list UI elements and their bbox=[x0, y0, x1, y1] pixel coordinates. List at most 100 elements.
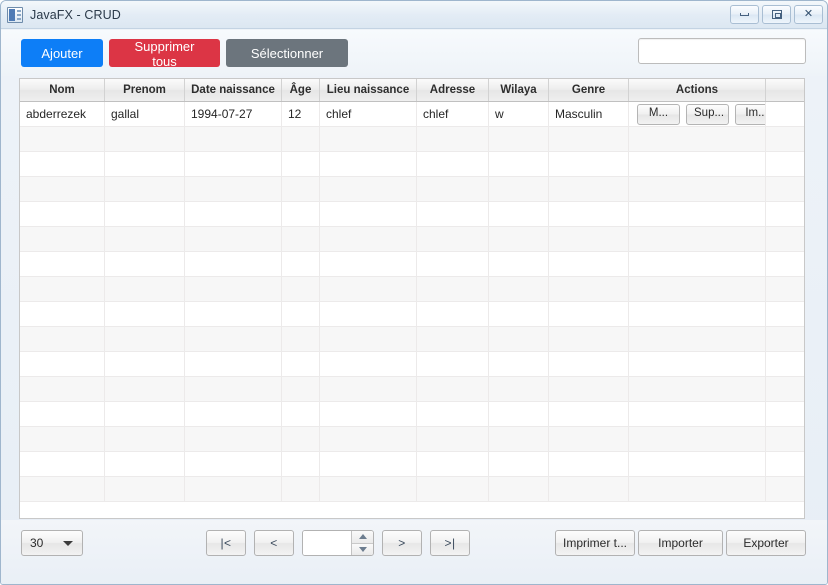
page-size-value: 30 bbox=[22, 536, 63, 550]
column-header-actions[interactable]: Actions bbox=[629, 79, 766, 101]
table-row-empty[interactable] bbox=[20, 452, 804, 477]
column-header-nom[interactable]: Nom bbox=[20, 79, 105, 101]
minimize-button[interactable] bbox=[730, 5, 759, 24]
table-cell-genre bbox=[549, 377, 629, 401]
stepper-up-button[interactable] bbox=[352, 531, 373, 543]
table-row-empty[interactable] bbox=[20, 152, 804, 177]
table-row-empty[interactable] bbox=[20, 127, 804, 152]
previous-page-icon: < bbox=[270, 536, 278, 550]
table-cell-genre bbox=[549, 427, 629, 451]
stepper-buttons bbox=[351, 531, 373, 555]
table-cell-nom bbox=[20, 427, 105, 451]
table-cell-prenom bbox=[105, 452, 185, 476]
window-controls: ✕ bbox=[730, 5, 823, 24]
table-row-empty[interactable] bbox=[20, 177, 804, 202]
table-cell-adresse bbox=[417, 252, 489, 276]
table-cell-filler bbox=[766, 127, 804, 151]
maximize-button[interactable] bbox=[762, 5, 791, 24]
table-cell-wilaya bbox=[489, 127, 549, 151]
column-header-âge[interactable]: Âge bbox=[282, 79, 320, 101]
table-row-empty[interactable] bbox=[20, 277, 804, 302]
close-icon: ✕ bbox=[795, 6, 822, 23]
table-cell-actions bbox=[629, 402, 766, 426]
table-cell-date_naissance bbox=[185, 227, 282, 251]
table-row-empty[interactable] bbox=[20, 302, 804, 327]
delete-all-button[interactable]: Supprimer tous bbox=[109, 39, 220, 67]
table-cell-nom bbox=[20, 377, 105, 401]
table-cell-filler bbox=[766, 277, 804, 301]
table-cell-age bbox=[282, 202, 320, 226]
table-row-empty[interactable] bbox=[20, 402, 804, 427]
last-page-button[interactable]: >| bbox=[430, 530, 470, 556]
table-cell-lieu_naissance: chlef bbox=[320, 102, 417, 126]
column-header-filler[interactable] bbox=[766, 79, 804, 101]
table-row-empty[interactable] bbox=[20, 352, 804, 377]
table-cell-actions bbox=[629, 277, 766, 301]
table-row-empty[interactable] bbox=[20, 252, 804, 277]
table-cell-nom bbox=[20, 327, 105, 351]
table-cell-date_naissance bbox=[185, 377, 282, 401]
table-cell-wilaya bbox=[489, 177, 549, 201]
table-cell-date_naissance bbox=[185, 127, 282, 151]
column-header-date-naissance[interactable]: Date naissance bbox=[185, 79, 282, 101]
select-button[interactable]: Sélectionner bbox=[226, 39, 348, 67]
table-cell-date_naissance: 1994-07-27 bbox=[185, 102, 282, 126]
column-header-lieu-naissance[interactable]: Lieu naissance bbox=[320, 79, 417, 101]
close-button[interactable]: ✕ bbox=[794, 5, 823, 24]
import-button[interactable]: Importer bbox=[638, 530, 723, 556]
table-row[interactable]: abderrezekgallal1994-07-2712chlefchlefwM… bbox=[20, 102, 804, 127]
table-row-empty[interactable] bbox=[20, 202, 804, 227]
row-modify-button[interactable]: M... bbox=[637, 104, 680, 125]
table-cell-lieu_naissance bbox=[320, 127, 417, 151]
page-number-stepper[interactable] bbox=[302, 530, 374, 556]
export-button[interactable]: Exporter bbox=[726, 530, 806, 556]
table-cell-nom bbox=[20, 252, 105, 276]
table-row-empty[interactable] bbox=[20, 327, 804, 352]
table-cell-genre bbox=[549, 302, 629, 326]
column-header-wilaya[interactable]: Wilaya bbox=[489, 79, 549, 101]
row-print-button[interactable]: Im... bbox=[735, 104, 766, 125]
table-cell-wilaya bbox=[489, 352, 549, 376]
table-row-empty[interactable] bbox=[20, 377, 804, 402]
table-cell-adresse bbox=[417, 352, 489, 376]
table-cell-prenom bbox=[105, 127, 185, 151]
table-cell-prenom bbox=[105, 227, 185, 251]
column-header-prenom[interactable]: Prenom bbox=[105, 79, 185, 101]
table-cell-adresse bbox=[417, 127, 489, 151]
table-cell-date_naissance bbox=[185, 202, 282, 226]
table-cell-actions bbox=[629, 127, 766, 151]
table-cell-prenom bbox=[105, 152, 185, 176]
table-cell-prenom bbox=[105, 477, 185, 501]
table-cell-wilaya bbox=[489, 452, 549, 476]
page-number-input[interactable] bbox=[303, 531, 351, 555]
table-cell-adresse: chlef bbox=[417, 102, 489, 126]
minimize-icon bbox=[731, 6, 758, 23]
table-cell-age bbox=[282, 352, 320, 376]
column-header-genre[interactable]: Genre bbox=[549, 79, 629, 101]
table-row-empty[interactable] bbox=[20, 427, 804, 452]
table-cell-nom bbox=[20, 152, 105, 176]
table-cell-nom bbox=[20, 402, 105, 426]
table-cell-genre bbox=[549, 152, 629, 176]
first-page-button[interactable]: |< bbox=[206, 530, 246, 556]
table-cell-wilaya bbox=[489, 477, 549, 501]
add-button[interactable]: Ajouter bbox=[21, 39, 103, 67]
table-cell-wilaya bbox=[489, 402, 549, 426]
table-row-empty[interactable] bbox=[20, 477, 804, 502]
search-input[interactable] bbox=[638, 38, 806, 64]
print-all-button[interactable]: Imprimer t... bbox=[555, 530, 635, 556]
next-page-button[interactable]: > bbox=[382, 530, 422, 556]
table-cell-filler bbox=[766, 252, 804, 276]
table-cell-date_naissance bbox=[185, 277, 282, 301]
previous-page-button[interactable]: < bbox=[254, 530, 294, 556]
table-cell-wilaya bbox=[489, 327, 549, 351]
column-header-adresse[interactable]: Adresse bbox=[417, 79, 489, 101]
row-delete-button[interactable]: Sup... bbox=[686, 104, 729, 125]
page-size-select[interactable]: 30 bbox=[21, 530, 83, 556]
table-cell-filler bbox=[766, 177, 804, 201]
table-cell-date_naissance bbox=[185, 452, 282, 476]
table-cell-adresse bbox=[417, 377, 489, 401]
table-cell-genre bbox=[549, 202, 629, 226]
stepper-down-button[interactable] bbox=[352, 543, 373, 556]
table-row-empty[interactable] bbox=[20, 227, 804, 252]
